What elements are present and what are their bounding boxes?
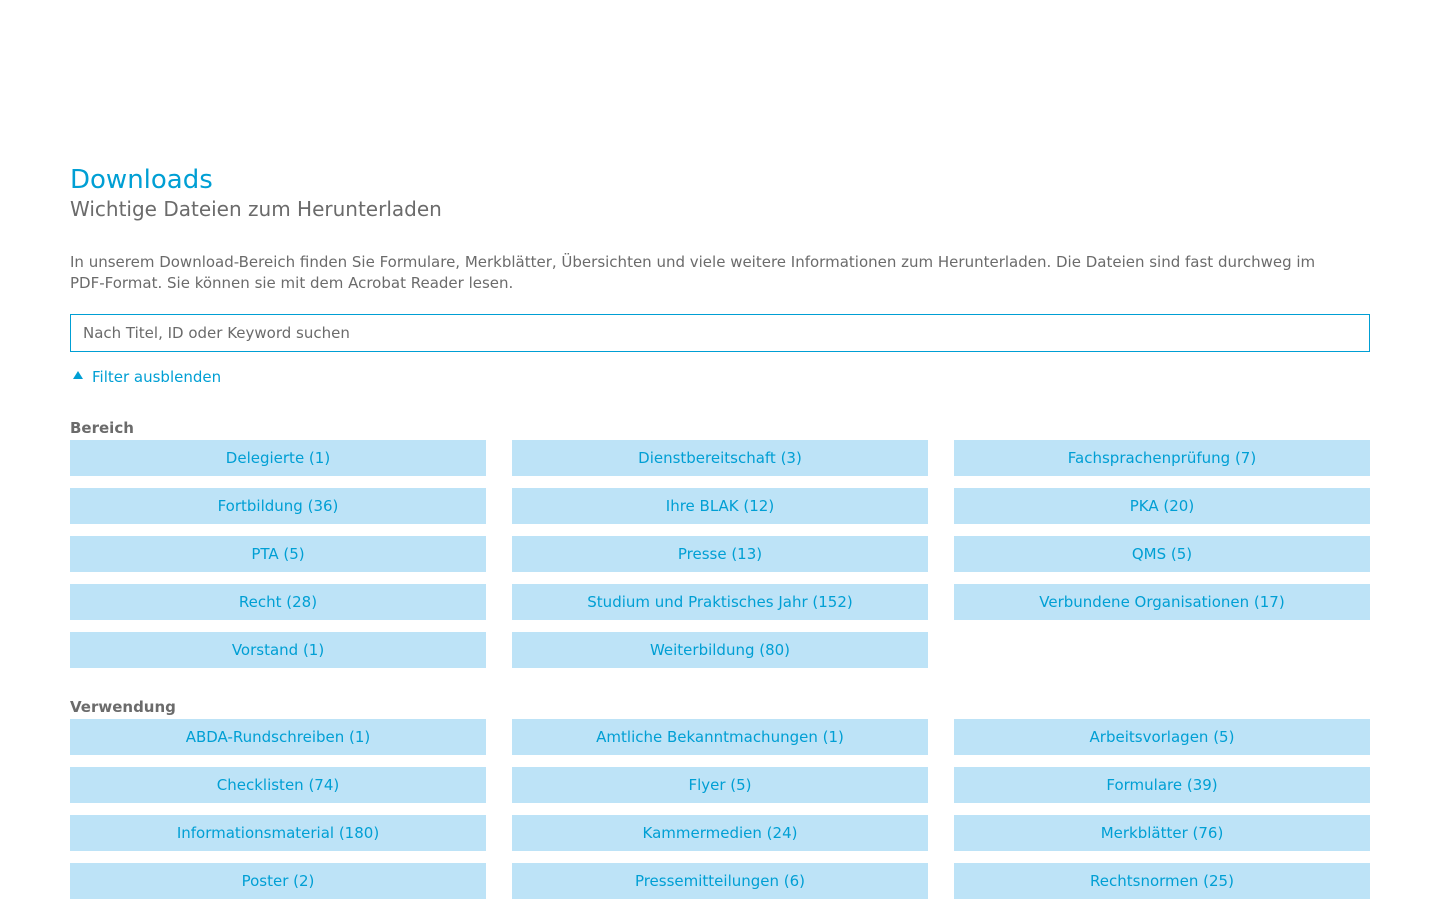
filter-chip-vorstand[interactable]: Vorstand (1) <box>70 632 486 670</box>
caret-up-icon <box>73 371 83 379</box>
page: Downloads Wichtige Dateien zum Herunterl… <box>0 0 1440 900</box>
filter-chip-qms[interactable]: QMS (5) <box>954 536 1370 574</box>
downloads-section: Downloads Wichtige Dateien zum Herunterl… <box>70 164 1370 900</box>
filter-group-label-verwendung: Verwendung <box>70 698 176 716</box>
filter-chip-dienstbereitschaft[interactable]: Dienstbereitschaft (3) <box>512 440 928 478</box>
filter-chip-recht[interactable]: Recht (28) <box>70 584 486 622</box>
filter-chip-pka[interactable]: PKA (20) <box>954 488 1370 526</box>
page-title: Downloads <box>70 165 213 195</box>
filter-grid-bereich: Delegierte (1) Dienstbereitschaft (3) Fa… <box>70 440 1370 670</box>
filter-grid-verwendung: ABDA-Rundschreiben (1) Amtliche Bekanntm… <box>70 719 1370 900</box>
filter-chip-poster[interactable]: Poster (2) <box>70 863 486 900</box>
intro-text: In unserem Download-Bereich finden Sie F… <box>70 253 1316 292</box>
filter-chip-pressemitteilungen[interactable]: Pressemitteilungen (6) <box>512 863 928 900</box>
filter-group-label-bereich: Bereich <box>70 419 134 437</box>
filter-chip-kammermedien[interactable]: Kammermedien (24) <box>512 815 928 853</box>
filter-chip-arbeitsvorlagen[interactable]: Arbeitsvorlagen (5) <box>954 719 1370 757</box>
filter-chip-merkblaetter[interactable]: Merkblätter (76) <box>954 815 1370 853</box>
filter-chip-delegierte[interactable]: Delegierte (1) <box>70 440 486 478</box>
filter-chip-rechtsnormen[interactable]: Rechtsnormen (25) <box>954 863 1370 900</box>
filter-chip-weiterbildung[interactable]: Weiterbildung (80) <box>512 632 928 670</box>
filter-chip-checklisten[interactable]: Checklisten (74) <box>70 767 486 805</box>
filter-chip-fachsprachenpruefung[interactable]: Fachsprachenprüfung (7) <box>954 440 1370 478</box>
filter-chip-formulare[interactable]: Formulare (39) <box>954 767 1370 805</box>
search-input[interactable] <box>70 314 1370 352</box>
filter-chip-abda-rundschreiben[interactable]: ABDA-Rundschreiben (1) <box>70 719 486 757</box>
filter-toggle-link[interactable]: Filter ausblenden <box>70 367 221 387</box>
filter-chip-amtliche-bekanntmachungen[interactable]: Amtliche Bekanntmachungen (1) <box>512 719 928 757</box>
filter-chip-pta[interactable]: PTA (5) <box>70 536 486 574</box>
filter-chip-flyer[interactable]: Flyer (5) <box>512 767 928 805</box>
filter-toggle-label: Filter ausblenden <box>92 368 222 386</box>
filter-chip-studium-praktisches-jahr[interactable]: Studium und Praktisches Jahr (152) <box>512 584 928 622</box>
filter-chip-ihre-blak[interactable]: Ihre BLAK (12) <box>512 488 928 526</box>
filter-chip-presse[interactable]: Presse (13) <box>512 536 928 574</box>
page-subtitle: Wichtige Dateien zum Herunterladen <box>70 197 442 221</box>
filter-chip-verbundene-organisationen[interactable]: Verbundene Organisationen (17) <box>954 584 1370 622</box>
filter-chip-informationsmaterial[interactable]: Informationsmaterial (180) <box>70 815 486 853</box>
filter-chip-fortbildung[interactable]: Fortbildung (36) <box>70 488 486 526</box>
